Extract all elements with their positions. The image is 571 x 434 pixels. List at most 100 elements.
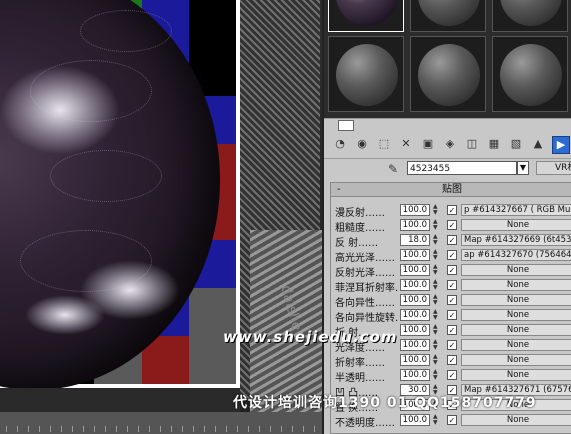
map-row: 折射率…… 100.0 ▲ ▼ ✓ None <box>331 353 571 369</box>
map-enable-checkbox[interactable]: ✓ <box>447 235 457 245</box>
map-label: 折射率…… <box>335 358 385 369</box>
amount-spinner[interactable]: 100.0 <box>400 219 430 231</box>
scroll-thumb[interactable] <box>338 120 354 131</box>
timeline-tick <box>28 426 29 432</box>
map-slot-button[interactable]: None <box>461 354 571 366</box>
go-forward-sibling-icon[interactable]: ▶ <box>552 136 570 154</box>
map-slot-button[interactable]: None <box>461 219 571 231</box>
timeline-tick <box>72 426 73 432</box>
spinner-arrows-icon[interactable]: ▲ ▼ <box>433 264 439 276</box>
timeline-tick <box>171 426 172 432</box>
map-enable-checkbox[interactable]: ✓ <box>447 295 457 305</box>
amount-spinner[interactable]: 100.0 <box>400 369 430 381</box>
sample-slot[interactable] <box>328 36 404 112</box>
go-to-parent-icon[interactable]: ▲ <box>530 136 546 152</box>
map-label: 不透明度…… <box>335 418 395 429</box>
map-enable-checkbox[interactable]: ✓ <box>447 250 457 260</box>
spinner-arrows-icon[interactable]: ▲ ▼ <box>433 279 439 291</box>
sample-sphere <box>500 44 562 106</box>
amount-spinner[interactable]: 100.0 <box>400 204 430 216</box>
map-row: 漫反射…… 100.0 ▲ ▼ ✓ p #614327667 ( RGB Mult <box>331 203 571 219</box>
timeline-tick <box>94 426 95 432</box>
amount-spinner[interactable]: 100.0 <box>400 309 430 321</box>
spinner-arrows-icon[interactable]: ▲ ▼ <box>433 294 439 306</box>
amount-spinner[interactable]: 18.0 <box>400 234 430 246</box>
map-row: 各向异性旋转. 100.0 ▲ ▼ ✓ None <box>331 308 571 324</box>
spinner-arrows-icon[interactable]: ▲ ▼ <box>433 324 439 336</box>
make-unique-icon[interactable]: ▣ <box>420 136 436 152</box>
map-row: 半透明…… 100.0 ▲ ▼ ✓ None <box>331 368 571 384</box>
put-to-scene-icon[interactable]: ◉ <box>354 136 370 152</box>
sample-slot[interactable] <box>492 36 568 112</box>
spinner-arrows-icon[interactable]: ▲ ▼ <box>433 219 439 231</box>
put-to-library-icon[interactable]: ◈ <box>442 136 458 152</box>
sample-sphere <box>418 44 480 106</box>
amount-spinner[interactable]: 100.0 <box>400 339 430 351</box>
timeline-tick <box>226 426 227 432</box>
sample-sphere <box>418 0 480 26</box>
spinner-arrows-icon[interactable]: ▲ ▼ <box>433 369 439 381</box>
map-row: 各向异性…… 100.0 ▲ ▼ ✓ None <box>331 293 571 309</box>
map-enable-checkbox[interactable]: ✓ <box>447 220 457 230</box>
material-name-field[interactable]: 4523455 <box>407 161 517 175</box>
map-enable-checkbox[interactable]: ✓ <box>447 415 457 425</box>
sample-slot[interactable] <box>328 0 404 32</box>
sample-slot[interactable] <box>410 0 486 32</box>
amount-spinner[interactable]: 100.0 <box>400 324 430 336</box>
map-slot-button[interactable]: p #614327667 ( RGB Mult <box>461 204 571 216</box>
map-enable-checkbox[interactable]: ✓ <box>447 370 457 380</box>
material-type-button[interactable]: VR材 <box>536 161 571 175</box>
material-name-row: ✎ 4523455 ▼ VR材 <box>324 159 571 179</box>
assign-to-selection-icon[interactable]: ⬚ <box>376 136 392 152</box>
amount-spinner[interactable]: 100.0 <box>400 354 430 366</box>
get-material-icon[interactable]: ◔ <box>332 136 348 152</box>
amount-spinner[interactable]: 100.0 <box>400 279 430 291</box>
spinner-arrows-icon[interactable]: ▲ ▼ <box>433 234 439 246</box>
map-label: 高光光泽…… <box>335 253 395 264</box>
specular-highlight <box>25 295 105 335</box>
spinner-arrows-icon[interactable]: ▲ ▼ <box>433 339 439 351</box>
spinner-arrows-icon[interactable]: ▲ ▼ <box>433 309 439 321</box>
map-enable-checkbox[interactable]: ✓ <box>447 310 457 320</box>
map-slot-button[interactable]: None <box>461 309 571 321</box>
viewport-3d[interactable]: daishe <box>0 0 322 434</box>
map-slot-button[interactable]: None <box>461 414 571 426</box>
map-enable-checkbox[interactable]: ✓ <box>447 265 457 275</box>
map-slot-button[interactable]: None <box>461 339 571 351</box>
amount-spinner[interactable]: 100.0 <box>400 414 430 426</box>
map-enable-checkbox[interactable]: ✓ <box>447 325 457 335</box>
map-slot-button[interactable]: None <box>461 294 571 306</box>
show-end-result-icon[interactable]: ▧ <box>508 136 524 152</box>
eyedropper-icon[interactable]: ✎ <box>388 162 398 176</box>
spinner-arrows-icon[interactable]: ▲ ▼ <box>433 354 439 366</box>
map-enable-checkbox[interactable]: ✓ <box>447 340 457 350</box>
map-enable-checkbox[interactable]: ✓ <box>447 280 457 290</box>
reset-map-icon[interactable]: ✕ <box>398 136 414 152</box>
amount-spinner[interactable]: 100.0 <box>400 249 430 261</box>
rollout-header[interactable]: - 贴图 <box>331 183 571 197</box>
material-preview-window[interactable] <box>0 0 240 388</box>
map-slot-button[interactable]: None <box>461 279 571 291</box>
spinner-arrows-icon[interactable]: ▲ ▼ <box>433 414 439 426</box>
map-row: 高光光泽…… 100.0 ▲ ▼ ✓ ap #614327670 (7564643 <box>331 248 571 264</box>
material-id-icon[interactable]: ◫ <box>464 136 480 152</box>
map-slot-button[interactable]: None <box>461 264 571 276</box>
spinner-arrows-icon[interactable]: ▲ ▼ <box>433 249 439 261</box>
amount-spinner[interactable]: 100.0 <box>400 264 430 276</box>
sample-slot[interactable] <box>410 36 486 112</box>
pattern-mark <box>80 10 172 52</box>
map-enable-checkbox[interactable]: ✓ <box>447 355 457 365</box>
spinner-arrows-icon[interactable]: ▲ ▼ <box>433 204 439 216</box>
slot-scrollbar[interactable] <box>324 118 571 131</box>
map-slot-button[interactable]: Map #614327669 (6t4535 <box>461 234 571 246</box>
map-enable-checkbox[interactable]: ✓ <box>447 205 457 215</box>
timeline-bar[interactable] <box>0 412 322 434</box>
map-slot-button[interactable]: ap #614327670 (7564643 <box>461 249 571 261</box>
map-label: 菲涅耳折射率. <box>335 283 399 294</box>
map-slot-button[interactable]: None <box>461 324 571 336</box>
chevron-down-icon[interactable]: ▼ <box>517 161 529 175</box>
show-map-icon[interactable]: ▦ <box>486 136 502 152</box>
sample-slot[interactable] <box>492 0 568 32</box>
amount-spinner[interactable]: 100.0 <box>400 294 430 306</box>
map-slot-button[interactable]: None <box>461 369 571 381</box>
